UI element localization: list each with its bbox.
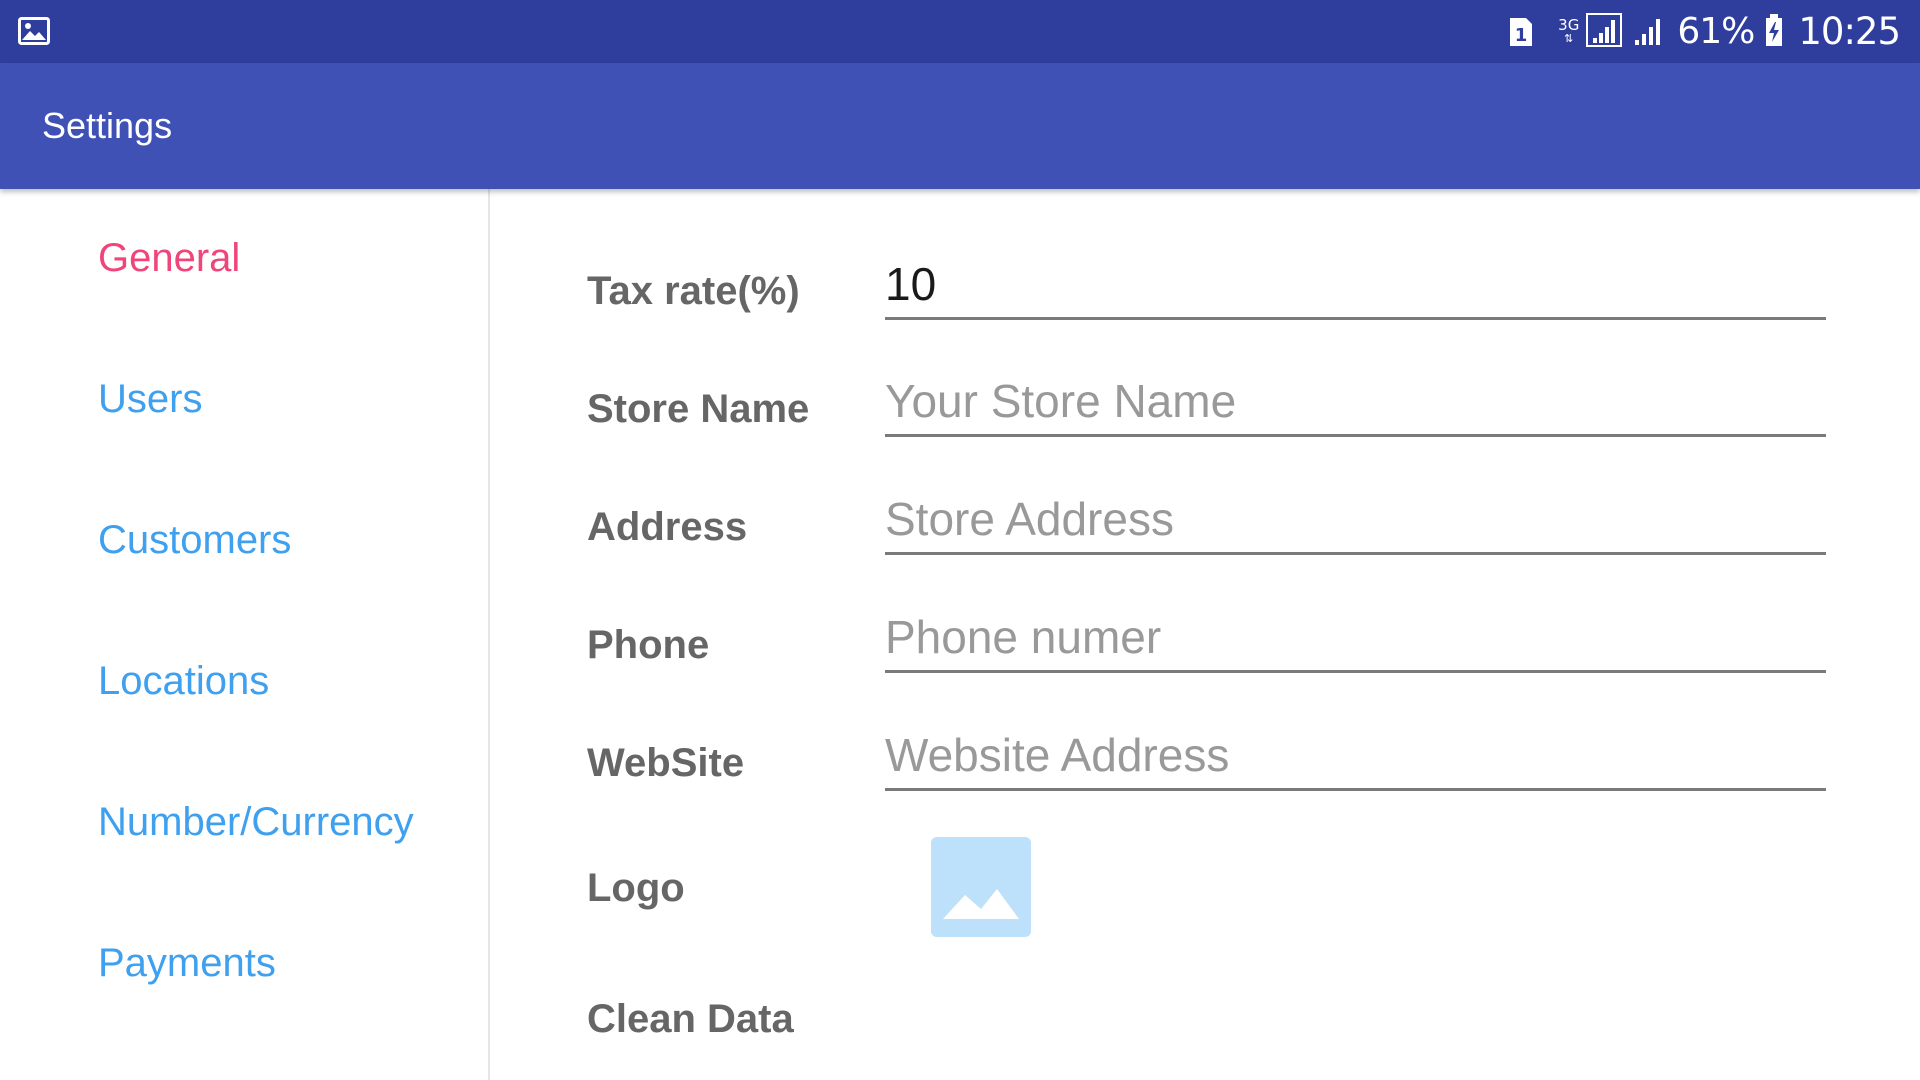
page-title: Settings bbox=[42, 105, 173, 146]
sidebar-item-number-currency[interactable]: Number/Currency bbox=[98, 800, 414, 845]
settings-sidebar: General Users Customers Locations Number… bbox=[0, 189, 490, 1080]
network-type: 3G ⇅ bbox=[1558, 15, 1580, 46]
sidebar-item-customers[interactable]: Customers bbox=[98, 518, 291, 563]
status-bar: 1 3G ⇅ 61% 10:25 bbox=[0, 0, 1920, 63]
sidebar-item-users[interactable]: Users bbox=[98, 377, 202, 422]
logo-label: Logo bbox=[587, 866, 685, 910]
website-input[interactable] bbox=[885, 729, 1826, 791]
image-placeholder-icon bbox=[931, 889, 1031, 937]
status-indicators: 1 3G ⇅ 61% 10:25 bbox=[1506, 0, 1901, 63]
tax-rate-label: Tax rate(%) bbox=[587, 269, 800, 313]
tax-rate-input[interactable] bbox=[885, 258, 1826, 320]
phone-input[interactable] bbox=[885, 611, 1826, 673]
sidebar-item-payments[interactable]: Payments bbox=[98, 941, 276, 986]
status-clock: 10:25 bbox=[1798, 10, 1901, 53]
clean-data-label[interactable]: Clean Data bbox=[587, 997, 794, 1042]
store-name-label: Store Name bbox=[587, 387, 810, 431]
sim-slot-number: 1 bbox=[1515, 25, 1528, 46]
data-arrows-icon: ⇅ bbox=[1564, 31, 1574, 45]
battery-percentage: 61% bbox=[1677, 11, 1755, 52]
logo-picker[interactable] bbox=[931, 837, 1031, 937]
network-type-label: 3G bbox=[1558, 15, 1580, 34]
battery-charging-icon bbox=[1764, 13, 1784, 51]
sidebar-item-locations[interactable]: Locations bbox=[98, 659, 269, 704]
gallery-icon bbox=[18, 17, 50, 45]
store-name-input[interactable] bbox=[885, 375, 1826, 437]
app-bar: Settings bbox=[0, 63, 1920, 189]
sim-card-icon: 1 bbox=[1506, 16, 1534, 48]
signal-strength-icon bbox=[1633, 13, 1667, 51]
website-label: WebSite bbox=[587, 741, 745, 785]
signal-strength-icon bbox=[1585, 12, 1623, 52]
phone-label: Phone bbox=[587, 623, 710, 667]
sidebar-item-general[interactable]: General bbox=[98, 236, 240, 281]
address-label: Address bbox=[587, 505, 748, 549]
general-settings-form: Tax rate(%) Store Name Address Phone Web… bbox=[492, 189, 1920, 1080]
address-input[interactable] bbox=[885, 493, 1826, 555]
